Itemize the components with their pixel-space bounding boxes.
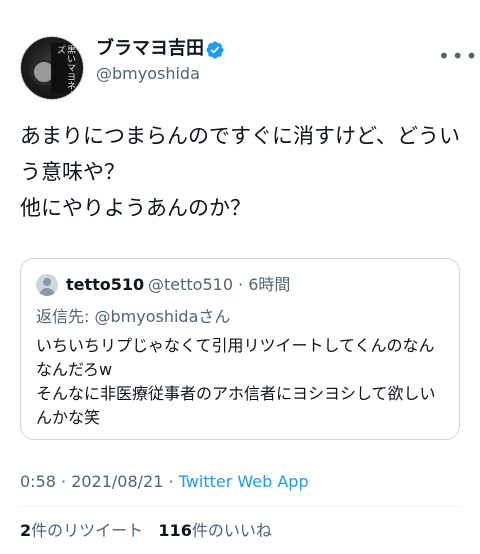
quoted-author-avatar-icon[interactable] [36, 274, 58, 296]
author-avatar[interactable]: 黒いマヨネーズ [20, 36, 84, 100]
tweet-timestamp[interactable]: 0:58 · 2021/08/21 · [20, 472, 179, 491]
divider [20, 506, 460, 507]
reply-to-suffix: さん [198, 307, 231, 326]
source-app-link[interactable]: Twitter Web App [179, 472, 309, 491]
reply-to-label: 返信先: [36, 307, 95, 326]
retweet-count: 2 [20, 521, 32, 540]
like-label: 件のいいね [191, 521, 272, 540]
reply-to-line: 返信先: @bmyoshidaさん [36, 307, 230, 327]
tweet-metadata: 0:58 · 2021/08/21 · Twitter Web App [20, 472, 309, 492]
quoted-author-handle-time: @tetto510 · 6時間 [148, 275, 291, 294]
like-count: 116 [158, 521, 192, 540]
retweet-label: 件のリツイート [31, 521, 144, 540]
like-stat[interactable]: 116件のいいね [158, 521, 271, 540]
reply-to-mention[interactable]: @bmyoshida [94, 307, 198, 326]
tweet-text: あまりにつまらんのですぐに消すけど、どういう意味や？ 他にやりようあんのか？ [20, 124, 460, 220]
default-avatar-head [43, 278, 51, 286]
default-avatar-body [39, 288, 55, 296]
quoted-tweet-text: いちいちリプじゃなくて引用リツイートしてくんのなんなんだろw そんなに非医療従事… [36, 336, 436, 427]
author-display-name[interactable]: ブラマヨ吉田 [96, 38, 204, 60]
avatar-book-title: 黒いマヨネーズ [55, 45, 75, 99]
retweet-stat[interactable]: 2件のリツイート [20, 521, 143, 540]
verified-badge-icon [206, 41, 224, 59]
quoted-author-name[interactable]: tetto510 [66, 275, 144, 295]
engagement-stats: 2件のリツイート 116件のいいね [20, 520, 272, 542]
author-handle[interactable]: @bmyoshida [96, 64, 200, 84]
more-options-icon[interactable]: ••• [438, 44, 479, 68]
